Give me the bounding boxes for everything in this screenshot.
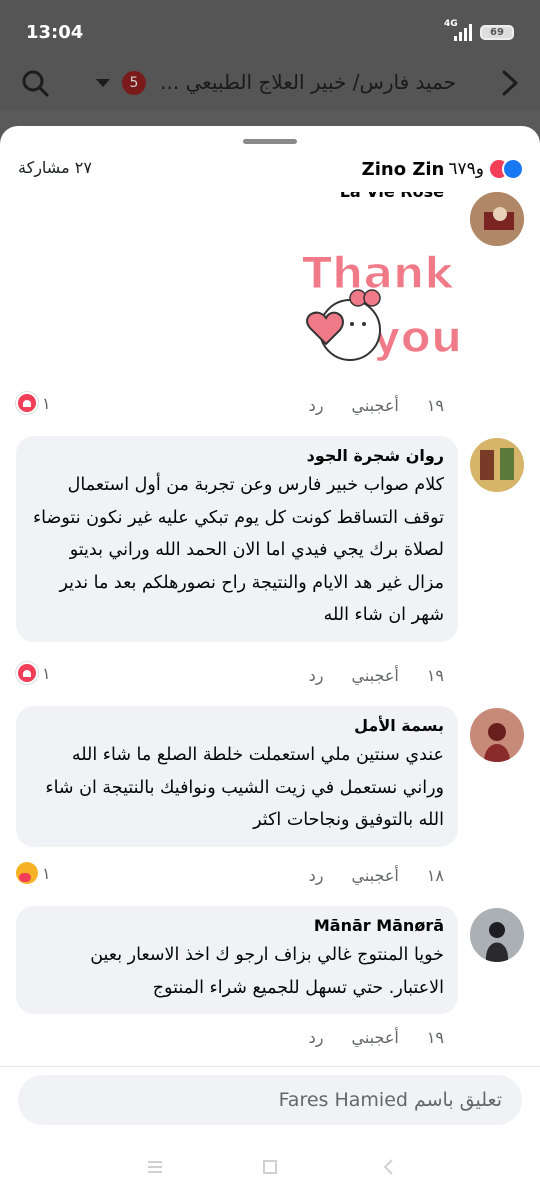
comment-actions: ١٩ أعجبني رد — [309, 666, 444, 685]
avatar[interactable] — [470, 192, 524, 246]
comment-actions: ١٨ أعجبني رد — [309, 866, 444, 885]
menu-nav-icon[interactable] — [146, 1158, 164, 1176]
comment-reactions[interactable]: ١ — [16, 392, 51, 414]
comments-list[interactable]: La Vie Rose Thank you ١٩ أعجبني رد ١ — [0, 186, 540, 1066]
reply-link[interactable]: رد — [309, 666, 324, 685]
comment-author[interactable]: روان شجرة الجود — [30, 446, 444, 465]
comment-actions: ١٩ أعجبني رد — [309, 1028, 444, 1047]
dropdown-caret-icon[interactable] — [96, 79, 110, 87]
comment-time: ١٩ — [426, 1028, 444, 1047]
battery-icon: 69 — [480, 25, 514, 40]
signal-icon — [454, 24, 472, 41]
home-nav-icon[interactable] — [261, 1158, 279, 1176]
back-arrow-icon[interactable] — [498, 68, 522, 98]
reactor-count: و٦٧٩ — [448, 159, 484, 179]
avatar[interactable] — [470, 708, 524, 762]
shares-count[interactable]: ٢٧ مشاركة — [18, 158, 92, 177]
system-nav-bar — [0, 1134, 540, 1200]
comment-reactions[interactable]: ١ — [16, 662, 51, 684]
comment-composer: تعليق باسم Fares Hamied — [0, 1066, 540, 1134]
care-reaction-icon — [16, 862, 38, 884]
avatar-image — [470, 908, 524, 962]
status-bar: 13:04 4G 69 — [0, 0, 540, 66]
comment-text: خويا المنتوج غالي بزاف ارجو ك اخذ الاسعا… — [90, 945, 444, 998]
like-link[interactable]: أعجبني — [352, 866, 399, 885]
back-nav-icon[interactable] — [380, 1158, 398, 1176]
avatar[interactable] — [470, 908, 524, 962]
comment-time: ١٩ — [426, 396, 444, 415]
avatar-image — [470, 192, 524, 246]
comment-author[interactable]: بسمة الأمل — [30, 716, 444, 735]
reply-link[interactable]: رد — [309, 396, 324, 415]
status-time: 13:04 — [26, 22, 84, 43]
avatar-image — [470, 708, 524, 762]
avatar-image — [470, 438, 524, 492]
reaction-count: ١ — [42, 663, 51, 683]
battery-level: 69 — [490, 27, 504, 38]
like-reaction-icon — [502, 158, 524, 180]
avatar[interactable] — [470, 438, 524, 492]
comment-actions: ١٩ أعجبني رد — [309, 396, 444, 415]
reaction-icons — [488, 158, 524, 180]
reply-link[interactable]: رد — [309, 1028, 324, 1047]
reaction-count: ١ — [42, 863, 51, 883]
comment-text: كلام صواب خبير فارس وعن تجربة من أول است… — [32, 475, 444, 625]
comment-time: ١٨ — [426, 866, 444, 885]
page-title[interactable]: حميد فارس/ خبير العلاج الطبيعي ... — [160, 70, 456, 94]
comment-bubble[interactable]: بسمة الأمل عندي سنتين ملي استعملت خلطة ا… — [16, 706, 458, 847]
sticker-line1: Thank — [302, 248, 455, 299]
search-icon[interactable] — [20, 68, 50, 98]
love-reaction-icon — [16, 662, 38, 684]
comment-bubble[interactable]: Mānār Mānørā خويا المنتوج غالي بزاف ارجو… — [16, 906, 458, 1014]
comment-input[interactable]: تعليق باسم Fares Hamied — [18, 1075, 522, 1125]
love-reaction-icon — [16, 392, 38, 414]
reactions-summary-bar: ٢٧ مشاركة Zino Zin و٦٧٩ — [0, 152, 540, 192]
notification-badge: 5 — [122, 71, 146, 95]
sheet-drag-handle[interactable] — [243, 139, 297, 144]
reactor-name: Zino Zin — [361, 158, 445, 180]
like-link[interactable]: أعجبني — [352, 396, 399, 415]
thank-you-sticker: Thank you — [301, 247, 460, 364]
comment-text: عندي سنتين ملي استعملت خلطة الصلع ما شاء… — [45, 745, 444, 830]
comment-time: ١٩ — [426, 666, 444, 685]
reply-link[interactable]: رد — [309, 866, 324, 885]
like-link[interactable]: أعجبني — [352, 666, 399, 685]
sticker-line2: you — [372, 312, 460, 363]
comments-sheet: La Vie Rose Thank you ١٩ أعجبني رد ١ — [0, 126, 540, 1134]
comment-reactions[interactable]: ١ — [16, 862, 51, 884]
comment-bubble[interactable]: روان شجرة الجود كلام صواب خبير فارس وعن … — [16, 436, 458, 642]
reaction-count: ١ — [42, 393, 51, 413]
comment-author[interactable]: Mānār Mānørā — [30, 916, 444, 935]
reactors-summary[interactable]: Zino Zin و٦٧٩ — [362, 156, 524, 182]
post-header: 5 حميد فارس/ خبير العلاج الطبيعي ... — [0, 66, 540, 110]
like-link[interactable]: أعجبني — [352, 1028, 399, 1047]
